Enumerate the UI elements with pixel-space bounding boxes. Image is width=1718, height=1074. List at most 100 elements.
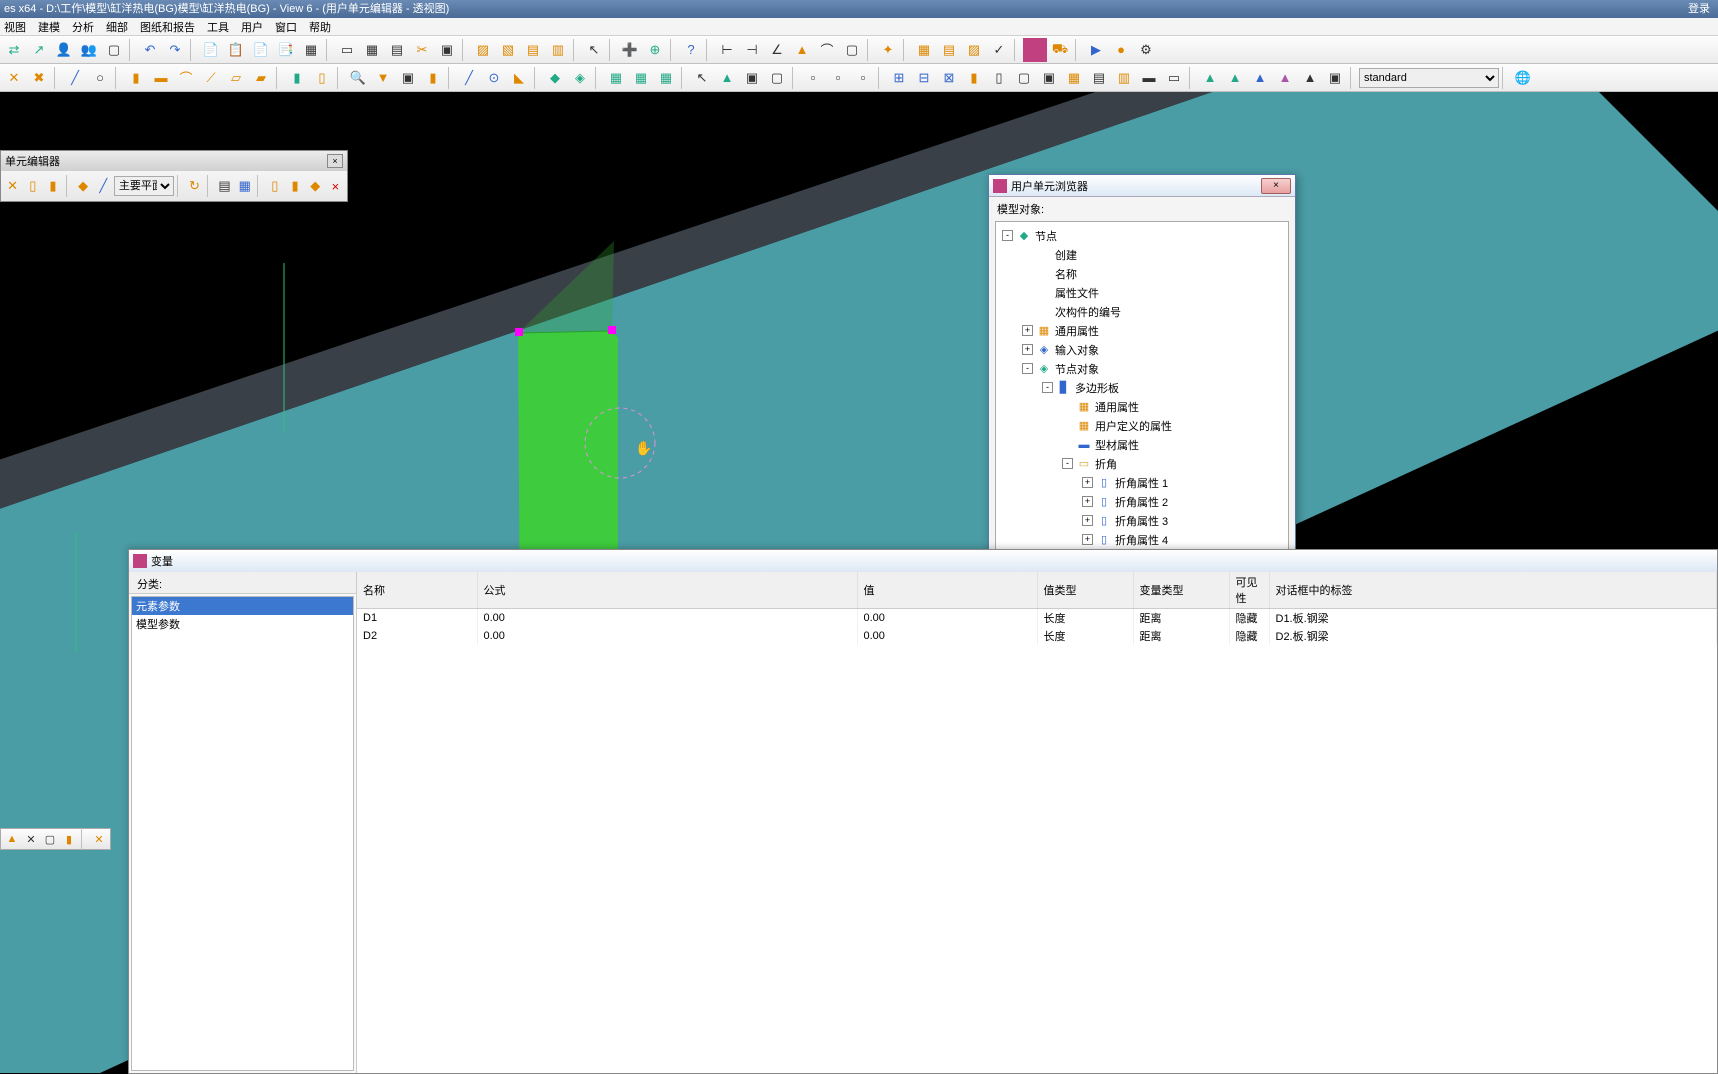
menu-help[interactable]: 帮助 <box>309 19 331 35</box>
tree5-icon[interactable]: ▲ <box>1298 66 1322 90</box>
snap12-icon[interactable]: ▭ <box>1162 66 1186 90</box>
cut-icon[interactable]: ✂ <box>410 38 434 62</box>
redo-icon[interactable]: ↷ <box>163 38 187 62</box>
undo-icon[interactable]: ↶ <box>138 38 162 62</box>
check-icon[interactable]: ✓ <box>987 38 1011 62</box>
table-row[interactable]: D20.000.00长度距离隐藏D2.板.钢梁 <box>357 627 1717 645</box>
bl5-icon[interactable]: ✕ <box>90 830 108 848</box>
tree-item[interactable]: 名称 <box>996 264 1288 283</box>
snap7-icon[interactable]: ▣ <box>1037 66 1061 90</box>
pick2-icon[interactable]: ▫ <box>826 66 850 90</box>
tree1-icon[interactable]: ▲ <box>1198 66 1222 90</box>
tree-item[interactable]: 次构件的编号 <box>996 302 1288 321</box>
crop-icon[interactable]: ▢ <box>840 38 864 62</box>
snap10-icon[interactable]: ▥ <box>1112 66 1136 90</box>
tekla-icon[interactable] <box>1023 38 1047 62</box>
edit-close-icon[interactable]: × <box>326 174 345 198</box>
beam1-icon[interactable]: ▮ <box>124 66 148 90</box>
face-icon[interactable]: ▥ <box>546 38 570 62</box>
tree-item[interactable]: +▯折角属性 4 <box>996 530 1288 549</box>
column-header[interactable]: 公式 <box>477 572 857 609</box>
edit7-icon[interactable]: ▤ <box>215 174 234 198</box>
tree4-icon[interactable]: ▲ <box>1273 66 1297 90</box>
tree3-icon[interactable]: ▲ <box>1248 66 1272 90</box>
plate-icon[interactable]: ▱ <box>224 66 248 90</box>
menu-tools[interactable]: 工具 <box>207 19 229 35</box>
edit6-icon[interactable]: ↻ <box>185 174 204 198</box>
line-icon[interactable]: ╱ <box>63 66 87 90</box>
edit10-icon[interactable]: ▮ <box>285 174 304 198</box>
doc-icon[interactable]: 📑 <box>274 38 298 62</box>
tree6-icon[interactable]: ▣ <box>1323 66 1347 90</box>
variables-grid[interactable]: 名称公式值值类型变量类型可见性对话框中的标签 D10.000.00长度距离隐藏D… <box>357 572 1717 1073</box>
pick3-icon[interactable]: ▫ <box>851 66 875 90</box>
arrow-icon[interactable]: ↗ <box>27 38 51 62</box>
box-icon[interactable]: ▢ <box>102 38 126 62</box>
layer-icon[interactable]: ▧ <box>496 38 520 62</box>
menu-model[interactable]: 建模 <box>38 19 60 35</box>
rebar1-icon[interactable]: ▮ <box>285 66 309 90</box>
stack-icon[interactable]: ▤ <box>521 38 545 62</box>
grid-icon[interactable]: ▦ <box>360 38 384 62</box>
user-icon[interactable]: 👤 <box>52 38 76 62</box>
plane-select[interactable]: 主要平面 <box>114 176 174 196</box>
column-header[interactable]: 值 <box>857 572 1037 609</box>
edit8-icon[interactable]: ▦ <box>235 174 254 198</box>
cursor-icon[interactable]: ↖ <box>690 66 714 90</box>
snap11-icon[interactable]: ▬ <box>1137 66 1161 90</box>
help-icon[interactable]: ? <box>679 38 703 62</box>
dim2-icon[interactable]: ⊣ <box>740 38 764 62</box>
sel2-icon[interactable]: ▣ <box>740 66 764 90</box>
new-icon[interactable]: 📄 <box>199 38 223 62</box>
edit2-icon[interactable]: ▯ <box>23 174 42 198</box>
snap1-icon[interactable]: ⊞ <box>887 66 911 90</box>
tree-item[interactable]: +▦通用属性 <box>996 321 1288 340</box>
tree-item[interactable]: 创建 <box>996 245 1288 264</box>
weld-icon[interactable]: ╱ <box>457 66 481 90</box>
tree-item[interactable]: ▦用户定义的属性 <box>996 416 1288 435</box>
tree-item[interactable]: +◈输入对象 <box>996 340 1288 359</box>
category-list[interactable]: 元素参数模型参数 <box>131 596 354 1071</box>
edit9-icon[interactable]: ▯ <box>265 174 284 198</box>
sel3-icon[interactable]: ▢ <box>765 66 789 90</box>
curve-icon[interactable]: ⌒ <box>174 66 198 90</box>
poly-icon[interactable]: ⟋ <box>199 66 223 90</box>
share-icon[interactable]: ⇄ <box>2 38 26 62</box>
edit3-icon[interactable]: ▮ <box>43 174 62 198</box>
pick1-icon[interactable]: ▫ <box>801 66 825 90</box>
arc-icon[interactable]: ⌒ <box>815 38 839 62</box>
pointer-icon[interactable]: ↖ <box>582 38 606 62</box>
close-icon[interactable]: × <box>327 154 343 168</box>
bl4-icon[interactable]: ▮ <box>60 830 78 848</box>
add-icon[interactable]: ➕ <box>618 38 642 62</box>
tree-item[interactable]: ▦通用属性 <box>996 397 1288 416</box>
copy-icon[interactable]: 📋 <box>224 38 248 62</box>
view-icon[interactable]: ▣ <box>396 66 420 90</box>
forklift-icon[interactable]: ⛟ <box>1048 38 1072 62</box>
edit1-icon[interactable]: ✕ <box>3 174 22 198</box>
column-header[interactable]: 对话框中的标签 <box>1269 572 1717 609</box>
grid2-icon[interactable]: ▦ <box>629 66 653 90</box>
edit4-icon[interactable]: ◆ <box>74 174 93 198</box>
object-tree[interactable]: -◆节点创建名称属性文件次构件的编号+▦通用属性+◈输入对象-◈节点对象-▊多边… <box>995 221 1289 559</box>
menu-detail[interactable]: 细部 <box>106 19 128 35</box>
grid3-icon[interactable]: ▦ <box>654 66 678 90</box>
play-icon[interactable]: ▶ <box>1084 38 1108 62</box>
standard-select[interactable]: standard <box>1359 68 1499 88</box>
tool-icon[interactable]: ⚙ <box>1134 38 1158 62</box>
menu-user[interactable]: 用户 <box>241 19 263 35</box>
grid1-icon[interactable]: ▦ <box>604 66 628 90</box>
tree2-icon[interactable]: ▲ <box>1223 66 1247 90</box>
edit5-icon[interactable]: ╱ <box>94 174 113 198</box>
snap3-icon[interactable]: ⊠ <box>937 66 961 90</box>
table-row[interactable]: D10.000.00长度距离隐藏D1.板.钢梁 <box>357 609 1717 628</box>
find-icon[interactable]: 🔍 <box>346 66 370 90</box>
snap5-icon[interactable]: ▯ <box>987 66 1011 90</box>
bl2-icon[interactable]: ✕ <box>22 830 40 848</box>
layout-icon[interactable]: ▦ <box>299 38 323 62</box>
star-icon[interactable]: ✦ <box>876 38 900 62</box>
node1-icon[interactable]: ◆ <box>543 66 567 90</box>
connect-icon[interactable]: ⊕ <box>643 38 667 62</box>
sel1-icon[interactable]: ▲ <box>715 66 739 90</box>
tree-item[interactable]: +▯折角属性 3 <box>996 511 1288 530</box>
